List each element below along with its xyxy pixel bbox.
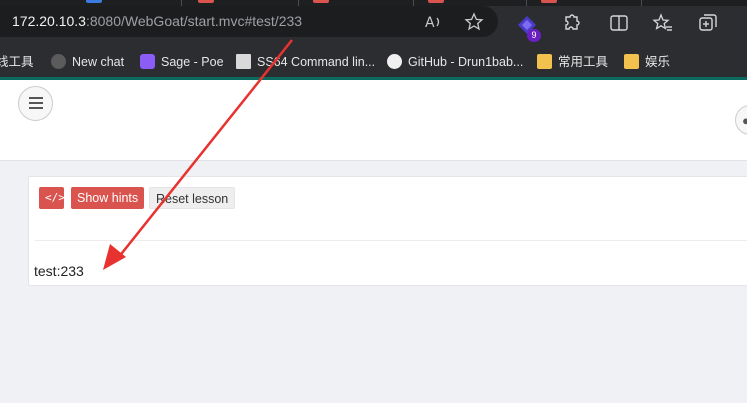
- menu-toggle-button[interactable]: [18, 86, 53, 121]
- bookmark-label: 常用工具: [558, 55, 609, 69]
- lesson-output-text: test:233: [34, 263, 84, 279]
- show-hints-button[interactable]: Show hints: [71, 187, 145, 209]
- split-screen-icon[interactable]: [608, 12, 630, 34]
- collections-icon[interactable]: [697, 12, 719, 34]
- folder-icon: [624, 54, 639, 69]
- bookmark-item[interactable]: SS64 Command lin...: [236, 53, 375, 71]
- bookmark-label: Sage - Poe: [161, 55, 224, 69]
- bookmark-label: New chat: [72, 55, 125, 69]
- reset-lesson-button[interactable]: Reset lesson: [149, 187, 236, 209]
- address-bar[interactable]: 172.20.10.3:8080/WebGoat/start.mvc#test/…: [0, 6, 498, 37]
- extension-badge: 9: [527, 29, 541, 42]
- favorite-star-icon[interactable]: [464, 12, 484, 32]
- tab-favicon[interactable]: [198, 0, 214, 3]
- user-icon: ●: [742, 113, 747, 128]
- bookmark-label: SS64 Command lin...: [257, 55, 376, 69]
- url-path: :8080/WebGoat/start.mvc#test/233: [85, 13, 303, 29]
- tab-favicon[interactable]: [86, 0, 102, 3]
- page-icon: [236, 54, 251, 69]
- address-url[interactable]: 172.20.10.3:8080/WebGoat/start.mvc#test/…: [12, 6, 302, 37]
- card-divider: [35, 240, 747, 241]
- puzzle-icon[interactable]: [560, 12, 582, 34]
- bookmark-item[interactable]: 常用工具: [537, 53, 608, 71]
- bookmark-item[interactable]: GitHub - Drun1bab...: [387, 53, 523, 71]
- read-aloud-icon[interactable]: A: [423, 12, 443, 32]
- bookmark-label: 娱乐: [645, 55, 671, 69]
- svg-text:A: A: [425, 15, 435, 31]
- tab-favicon[interactable]: [541, 0, 557, 3]
- poe-icon: [140, 54, 155, 69]
- tab-favicon[interactable]: [313, 0, 329, 3]
- bookmark-item[interactable]: New chat: [51, 53, 124, 71]
- user-menu-button[interactable]: ●: [735, 105, 747, 135]
- bookmark-label: 线工具: [0, 55, 34, 69]
- folder-icon: [537, 54, 552, 69]
- bookmark-item[interactable]: 线工具: [0, 53, 34, 71]
- lesson-card: </> Show hints Reset lesson test:233: [28, 176, 747, 286]
- openai-icon: [51, 54, 66, 69]
- github-icon: [387, 54, 402, 69]
- url-host: 172.20.10.3: [12, 13, 86, 29]
- hamburger-icon: [28, 97, 43, 109]
- tab-favicon[interactable]: [428, 0, 444, 3]
- favorites-icon[interactable]: [652, 12, 674, 34]
- page-header: ●: [0, 80, 747, 161]
- bookmark-label: GitHub - Drun1bab...: [408, 55, 524, 69]
- show-source-button[interactable]: </>: [39, 187, 65, 209]
- bookmark-item[interactable]: Sage - Poe: [140, 53, 224, 71]
- bookmarks-bar: 线工具 New chat Sage - Poe SS64 Command lin…: [0, 46, 747, 77]
- bookmark-item[interactable]: 娱乐: [624, 53, 670, 71]
